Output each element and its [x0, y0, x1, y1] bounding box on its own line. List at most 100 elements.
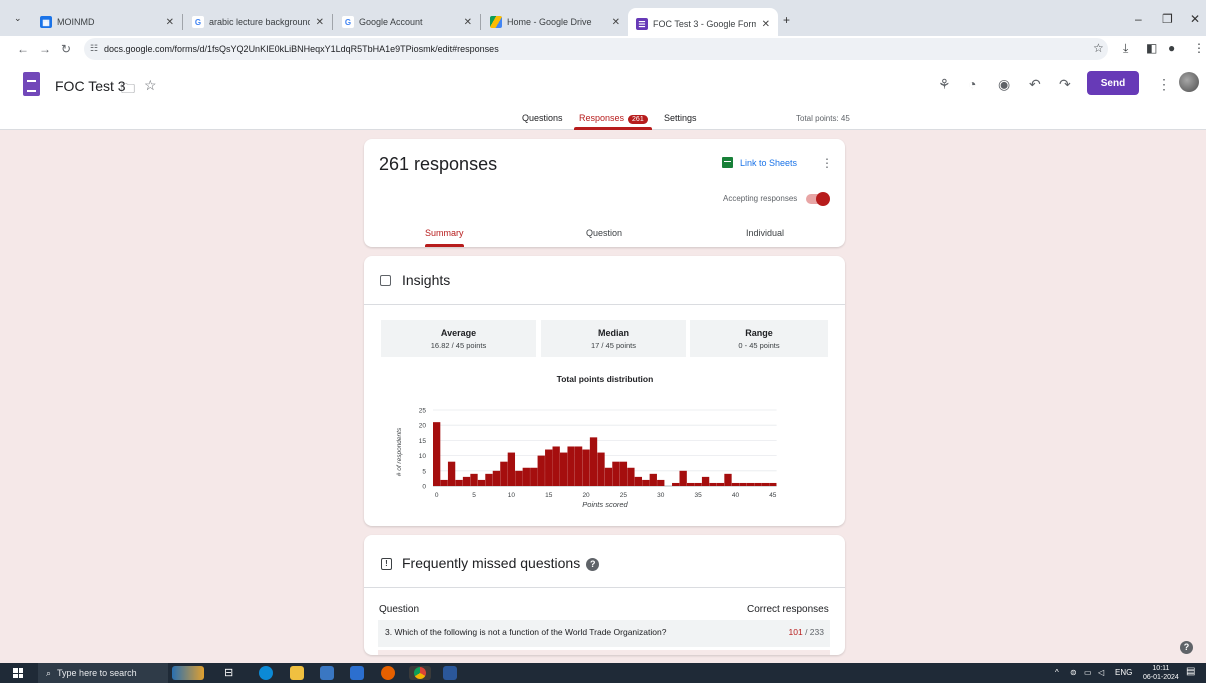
- help-floating-icon[interactable]: ?: [1180, 641, 1193, 654]
- chart-bar: [537, 455, 545, 486]
- reload-icon[interactable]: ↻: [61, 42, 71, 56]
- responses-more-icon[interactable]: ⋮: [821, 156, 833, 170]
- url-omnibox[interactable]: ☷ docs.google.com/forms/d/1fsQsYQ2UnKIE0…: [84, 38, 1108, 60]
- preview-eye-icon[interactable]: ◉: [998, 76, 1010, 93]
- browser-tab-moinmd[interactable]: ▦ MOINMD ✕: [32, 8, 182, 36]
- tab-divider: [182, 14, 183, 30]
- volume-icon[interactable]: ◁: [1098, 668, 1104, 677]
- stat-value: 16.82 / 45 points: [430, 341, 487, 350]
- search-icon: ⌕: [46, 667, 52, 678]
- new-tab-button[interactable]: +: [783, 13, 790, 27]
- active-subtab-indicator: [425, 244, 464, 247]
- restore-icon[interactable]: ❐: [1162, 12, 1173, 26]
- close-tab-icon[interactable]: ✕: [464, 17, 472, 28]
- close-tab-icon[interactable]: ✕: [316, 17, 324, 28]
- missed-question-row[interactable]: 3. Which of the following is not a funct…: [378, 620, 830, 647]
- browser-menu-icon[interactable]: ⋮: [1193, 41, 1205, 55]
- insights-chart-icon: [380, 275, 391, 286]
- tab-questions[interactable]: Questions: [522, 113, 563, 123]
- toggle-knob: [816, 192, 830, 206]
- chart-bar: [679, 470, 687, 486]
- chart-y-tick-label: 25: [419, 408, 427, 415]
- subtab-individual[interactable]: Individual: [746, 228, 784, 238]
- chart-x-tick-label: 15: [545, 492, 553, 499]
- firefox-icon[interactable]: [381, 666, 395, 680]
- address-bar-row: ← → ↻ ☷ docs.google.com/forms/d/1fsQsYQ2…: [0, 36, 1206, 62]
- chart-y-ticks: 0 5 10 15 20 25: [419, 408, 427, 491]
- tab-settings[interactable]: Settings: [664, 113, 697, 123]
- taskbar-search-box[interactable]: ⌕ Type here to search: [38, 663, 168, 683]
- mail-icon[interactable]: [350, 666, 364, 680]
- chart-y-tick-label: 0: [422, 484, 426, 491]
- close-tab-icon[interactable]: ✕: [762, 19, 770, 30]
- forward-arrow-icon[interactable]: →: [39, 42, 51, 56]
- back-arrow-icon[interactable]: ←: [17, 42, 29, 56]
- link-to-sheets-button[interactable]: Link to Sheets: [722, 157, 797, 168]
- notifications-icon[interactable]: ▤: [1186, 666, 1195, 677]
- task-view-icon[interactable]: ⊟: [224, 666, 238, 680]
- chart-y-axis-label: # of respondents: [396, 427, 403, 476]
- chart-bars: [433, 422, 777, 486]
- account-avatar[interactable]: [1179, 72, 1199, 92]
- minimize-icon[interactable]: –: [1135, 12, 1142, 26]
- accepting-responses-toggle[interactable]: [806, 192, 830, 206]
- browser-tab-google-drive[interactable]: Home - Google Drive ✕: [482, 8, 628, 36]
- taskbar-clock[interactable]: 10:11 06-01-2024: [1143, 664, 1179, 682]
- chart-x-tick-label: 35: [694, 492, 702, 499]
- microsoft-store-icon[interactable]: [320, 666, 334, 680]
- close-window-icon[interactable]: ✕: [1190, 12, 1200, 26]
- subtab-summary[interactable]: Summary: [425, 228, 464, 238]
- browser-tab-arabic-lecture[interactable]: G arabic lecture background ima... ✕: [184, 8, 332, 36]
- stat-value: 0 - 45 points: [738, 341, 780, 350]
- tab-search-chevron-icon[interactable]: ⌄: [14, 13, 22, 24]
- file-explorer-icon[interactable]: [290, 666, 304, 680]
- weather-widget-icon[interactable]: [172, 666, 204, 680]
- send-button[interactable]: Send: [1087, 71, 1139, 95]
- total-points-distribution-chart: Total points distribution 0 5 10 15 20 25 0 5 1…: [396, 374, 777, 509]
- chart-bar: [649, 473, 657, 486]
- word-icon[interactable]: [443, 666, 457, 680]
- site-settings-icon[interactable]: ☷: [90, 43, 98, 54]
- google-forms-logo-icon[interactable]: [23, 72, 40, 96]
- form-title[interactable]: FOC Test 3: [55, 78, 126, 94]
- network-icon[interactable]: ⊜: [1070, 668, 1077, 677]
- help-icon[interactable]: ?: [586, 558, 600, 571]
- profile-icon[interactable]: ●: [1168, 41, 1175, 55]
- bookmark-star-icon[interactable]: ☆: [1093, 41, 1104, 55]
- chart-bar: [440, 479, 448, 486]
- chart-bar: [477, 479, 486, 486]
- chart-bar: [694, 482, 702, 486]
- display-icon[interactable]: ▭: [1084, 668, 1092, 677]
- drive-favicon-icon: [490, 16, 502, 28]
- subtab-question[interactable]: Question: [586, 228, 622, 238]
- redo-icon[interactable]: ↷: [1059, 76, 1071, 93]
- undo-icon[interactable]: ↶: [1029, 76, 1041, 93]
- download-icon[interactable]: ⤓: [1123, 41, 1128, 56]
- chart-bar: [447, 461, 456, 486]
- chart-bar: [739, 482, 747, 486]
- chrome-icon[interactable]: [409, 666, 431, 680]
- chart-bar: [559, 452, 568, 486]
- language-indicator[interactable]: ENG: [1115, 668, 1132, 677]
- browser-tab-google-account[interactable]: G Google Account ✕: [334, 8, 480, 36]
- missed-question-text: 3. Which of the following is not a funct…: [385, 627, 667, 637]
- windows-start-icon[interactable]: [13, 668, 23, 678]
- responses-summary-card: 261 responses Link to Sheets ⋮ Accepting…: [364, 139, 845, 247]
- close-tab-icon[interactable]: ✕: [612, 17, 620, 28]
- move-to-folder-icon[interactable]: 🗀: [121, 78, 135, 102]
- close-tab-icon[interactable]: ✕: [166, 17, 174, 28]
- chart-bar: [485, 473, 493, 486]
- customize-theme-palette-icon[interactable]: ◔: [968, 76, 976, 92]
- chart-y-tick-label: 15: [419, 438, 427, 445]
- frequently-missed-card: ! Frequently missed questions? Question …: [364, 535, 845, 655]
- star-icon[interactable]: ☆: [144, 77, 157, 94]
- edge-browser-icon[interactable]: [259, 666, 273, 680]
- chart-bar: [589, 437, 598, 486]
- tab-responses[interactable]: Responses 261: [579, 113, 648, 124]
- more-options-icon[interactable]: ⋮: [1157, 76, 1171, 93]
- google-favicon-icon: G: [342, 16, 354, 28]
- tray-chevron-icon[interactable]: ^: [1055, 668, 1059, 677]
- add-ons-puzzle-icon[interactable]: ⚘: [938, 76, 951, 93]
- side-panel-icon[interactable]: ◧: [1146, 41, 1157, 55]
- active-tab-indicator: [574, 127, 652, 130]
